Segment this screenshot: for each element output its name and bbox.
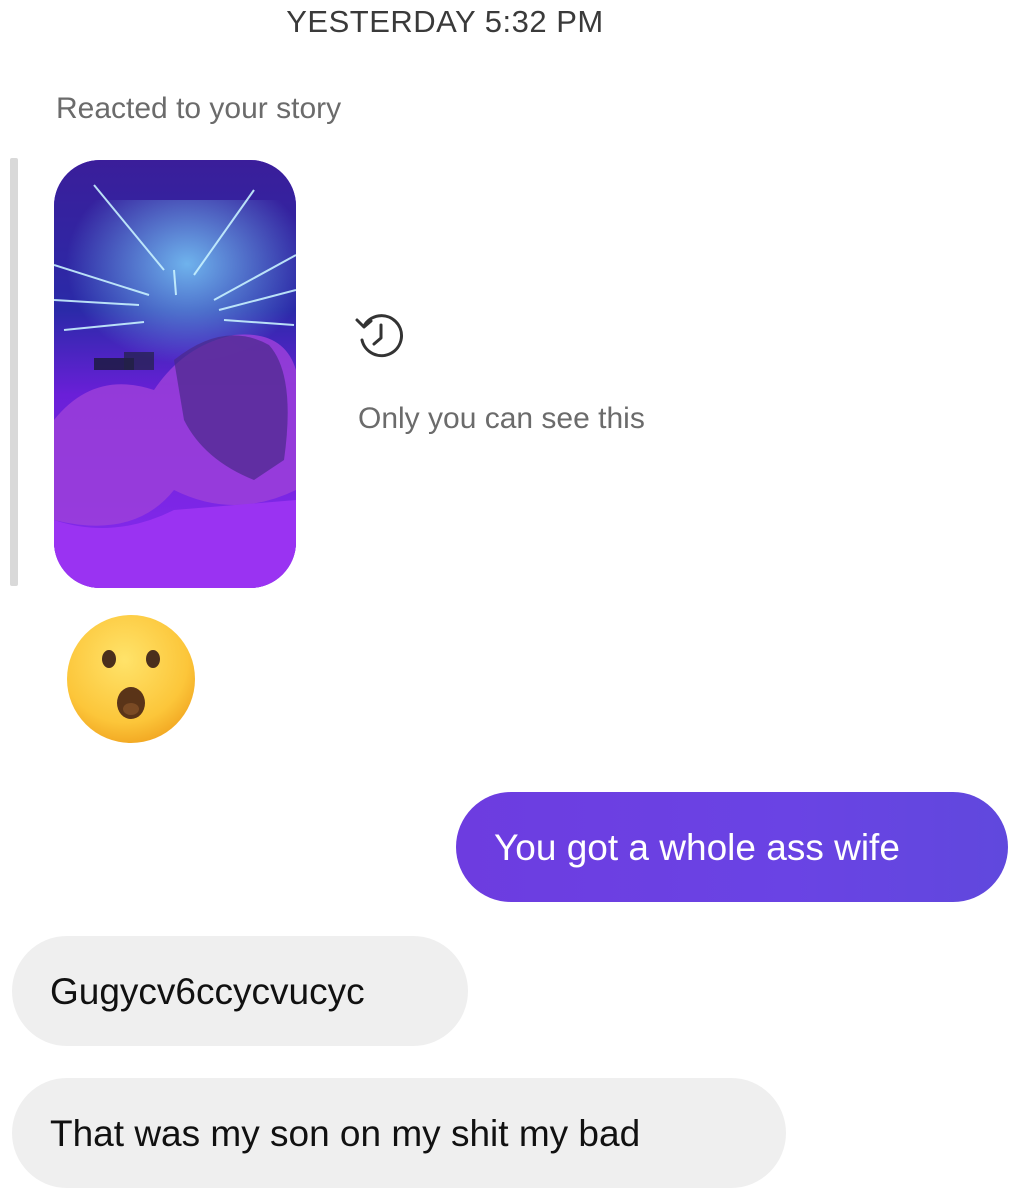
- message-timestamp: YESTERDAY 5:32 PM: [286, 4, 604, 39]
- incoming-message-bubble[interactable]: That was my son on my shit my bad: [12, 1078, 786, 1188]
- astonished-face-emoji-icon: [67, 615, 195, 743]
- message-text: That was my son on my shit my bad: [50, 1112, 641, 1154]
- story-thumbnail[interactable]: [54, 160, 296, 588]
- story-image: [54, 160, 296, 588]
- message-text: You got a whole ass wife: [494, 826, 900, 868]
- visibility-note: Only you can see this: [358, 402, 645, 435]
- story-reply-rule: [10, 158, 18, 586]
- story-reaction-label: Reacted to your story: [56, 92, 342, 125]
- incoming-message-bubble[interactable]: Gugycv6ccycvucyc: [12, 936, 468, 1046]
- outgoing-message-bubble[interactable]: You got a whole ass wife: [456, 792, 1008, 902]
- history-icon: [355, 314, 403, 358]
- message-text: Gugycv6ccycvucyc: [50, 970, 365, 1012]
